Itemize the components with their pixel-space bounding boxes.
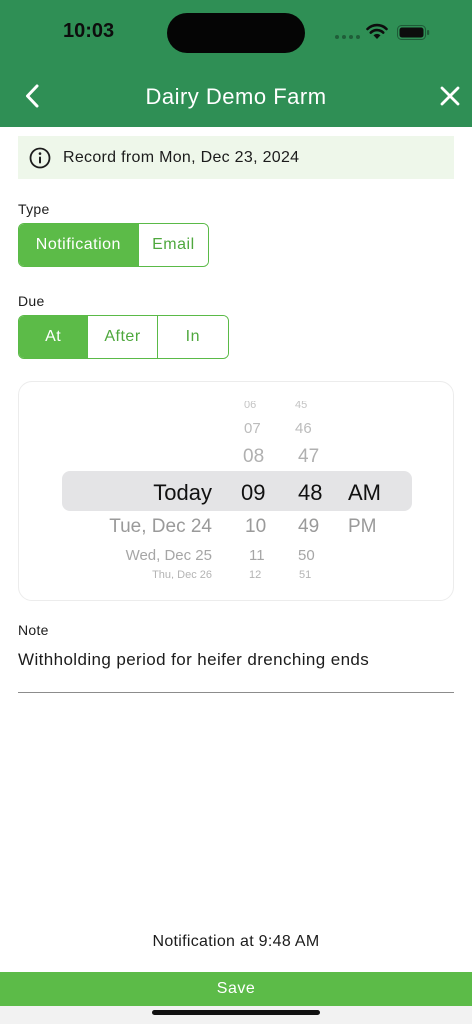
app-header: 10:03 Dairy Demo Farm <box>0 0 472 127</box>
home-indicator-area <box>0 1006 472 1024</box>
home-indicator <box>152 1010 320 1015</box>
picker-hour-item[interactable]: 10 <box>245 516 266 538</box>
due-option-after[interactable]: After <box>88 316 158 358</box>
type-segmented-control: Notification Email <box>18 223 209 267</box>
picker-date-item[interactable]: Thu, Dec 26 <box>152 569 212 579</box>
picker-hour-item[interactable]: 12 <box>249 569 261 579</box>
close-icon <box>440 86 460 106</box>
note-label: Note <box>18 622 49 638</box>
battery-icon <box>397 25 430 40</box>
picker-minute-item[interactable]: 49 <box>298 516 319 538</box>
picker-minute-item[interactable]: 51 <box>299 569 311 579</box>
dynamic-island <box>167 13 305 53</box>
picker-hour-item[interactable]: 07 <box>244 420 261 437</box>
due-option-in[interactable]: In <box>157 316 228 358</box>
datetime-picker[interactable]: Today Tue, Dec 24 Wed, Dec 25 Thu, Dec 2… <box>18 381 454 601</box>
page-title: Dairy Demo Farm <box>145 84 327 109</box>
picker-date-item[interactable]: Today <box>153 480 212 506</box>
picker-date-item[interactable]: Tue, Dec 24 <box>109 516 212 538</box>
picker-hour-item[interactable]: 08 <box>243 446 264 468</box>
due-label: Due <box>18 293 45 309</box>
picker-date-item[interactable]: Wed, Dec 25 <box>126 547 212 564</box>
type-label: Type <box>18 201 50 217</box>
due-option-at[interactable]: At <box>19 316 89 358</box>
type-option-notification[interactable]: Notification <box>19 224 139 266</box>
picker-hour-item[interactable]: 06 <box>244 401 256 408</box>
picker-minute-item[interactable]: 45 <box>295 401 307 408</box>
note-underline <box>18 692 454 693</box>
close-button[interactable] <box>437 83 463 109</box>
picker-minute-item[interactable]: 50 <box>298 547 315 564</box>
note-input[interactable]: Withholding period for heifer drenching … <box>18 650 369 670</box>
cellular-signal-icon <box>335 35 360 39</box>
save-button[interactable]: Save <box>0 972 472 1006</box>
picker-ampm-item-selected[interactable]: AM <box>348 480 381 506</box>
picker-minute-item-selected[interactable]: 48 <box>298 480 322 506</box>
picker-ampm-item[interactable]: PM <box>348 516 377 538</box>
due-segmented-control: At After In <box>18 315 229 359</box>
type-option-email[interactable]: Email <box>138 224 208 266</box>
status-time: 10:03 <box>63 20 115 42</box>
record-banner: Record from Mon, Dec 23, 2024 <box>18 136 454 179</box>
picker-minute-item[interactable]: 46 <box>295 420 312 437</box>
record-date-text: Record from Mon, Dec 23, 2024 <box>63 148 300 166</box>
picker-hour-item-selected[interactable]: 09 <box>241 480 265 506</box>
wifi-icon <box>366 23 388 39</box>
notification-summary: Notification at 9:48 AM <box>152 933 320 950</box>
picker-minute-item[interactable]: 47 <box>298 446 319 468</box>
picker-hour-item[interactable]: 11 <box>249 547 265 564</box>
info-icon <box>29 147 51 168</box>
